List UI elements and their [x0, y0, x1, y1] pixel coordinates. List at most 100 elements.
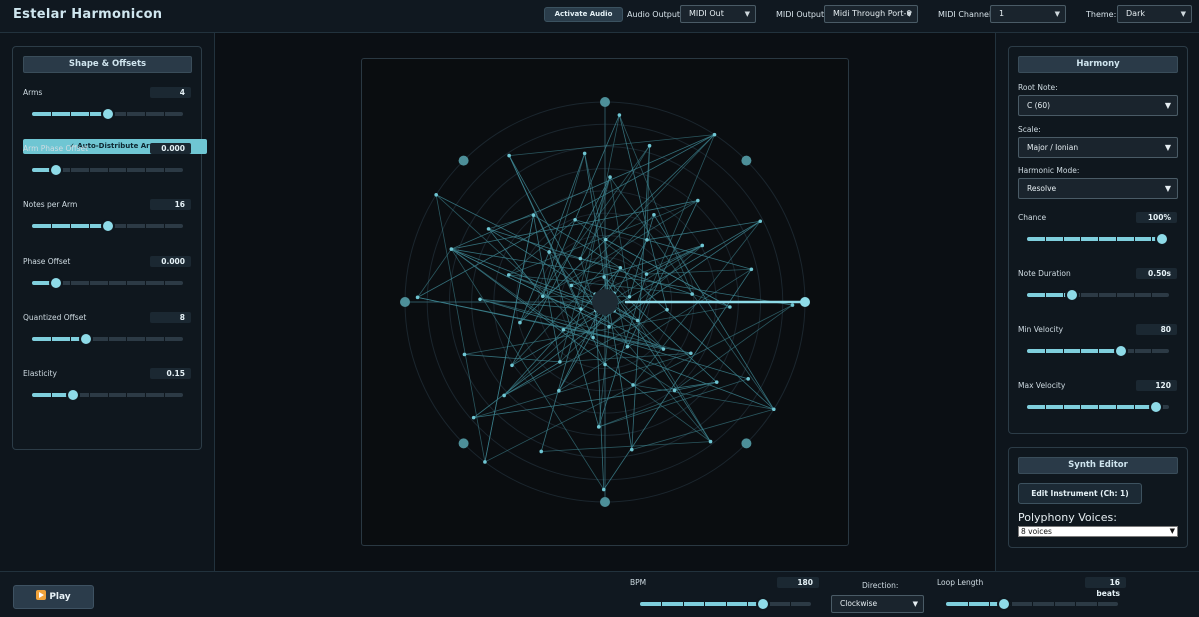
bpm-slider[interactable]	[640, 597, 811, 611]
theme-select[interactable]: Dark ▼	[1117, 5, 1192, 23]
slider-thumb[interactable]	[79, 331, 94, 346]
note-dot	[607, 324, 611, 329]
param-slider[interactable]	[32, 331, 183, 346]
root-note-value: C (60)	[1027, 101, 1051, 110]
slider-tick	[145, 280, 147, 285]
param-label: Chance	[1018, 213, 1047, 222]
chevron-down-icon: ▼	[1169, 527, 1175, 535]
direction-select[interactable]: Clockwise ▼	[831, 595, 924, 613]
slider-tick	[704, 602, 706, 606]
app-title: Estelar Harmonicon	[13, 7, 163, 22]
slider-thumb[interactable]	[1149, 400, 1164, 414]
slider-tick	[1080, 237, 1082, 241]
root-note-select[interactable]: C (60) ▼	[1018, 95, 1178, 116]
slider-fill	[1027, 405, 1157, 409]
param-value: 0.50s	[1136, 268, 1177, 279]
connection-line	[417, 248, 452, 298]
slider-tick	[746, 602, 748, 606]
slider-thumb[interactable]	[65, 388, 80, 402]
note-dot	[558, 360, 562, 364]
note-dot	[483, 460, 487, 464]
slider-tick	[145, 168, 147, 173]
arm-anchor-dot	[458, 438, 469, 449]
slider-tick	[1098, 349, 1099, 353]
slider-tick	[145, 112, 147, 116]
scale-select[interactable]: Major / Ionian ▼	[1018, 137, 1178, 158]
note-dot	[547, 250, 551, 254]
note-dot	[539, 449, 544, 454]
slider-thumb[interactable]	[1113, 344, 1128, 358]
slider-tick	[1133, 349, 1135, 353]
param-slider[interactable]	[1027, 232, 1169, 246]
note-dot	[627, 294, 632, 299]
slider-thumb[interactable]	[1065, 288, 1080, 302]
arm-anchor-dot	[600, 497, 610, 507]
slider-tick	[1062, 293, 1064, 297]
slider-thumb[interactable]	[49, 163, 64, 178]
slider-thumb[interactable]	[997, 597, 1012, 611]
param-slider[interactable]	[1027, 344, 1169, 358]
slider-tick	[50, 336, 52, 341]
polyphony-select[interactable]: 8 voices ▼	[1018, 526, 1178, 537]
midi-output-select[interactable]: Midi Through Port-0 ▼	[824, 5, 918, 23]
midi-channel-select[interactable]: 1 ▼	[990, 5, 1066, 23]
param-slider[interactable]	[1027, 288, 1169, 302]
audio-output-select[interactable]: MIDI Out ▼	[680, 5, 756, 23]
slider-tick	[1098, 293, 1099, 297]
arm-anchor-dot	[741, 438, 752, 449]
param-label: Arm Phase Offset	[23, 144, 89, 154]
loop-length-label: Loop Length	[937, 578, 984, 587]
slider-tick	[164, 393, 166, 397]
scale-label: Scale:	[1018, 125, 1041, 134]
direction-value: Clockwise	[840, 599, 878, 608]
slider-tick	[1115, 293, 1117, 297]
param-slider[interactable]	[32, 219, 183, 234]
bpm-label: BPM	[630, 578, 647, 587]
note-dot	[578, 256, 583, 261]
param-slider[interactable]	[1027, 400, 1169, 414]
connection-line	[541, 441, 711, 452]
slider-tick	[50, 224, 52, 229]
note-dot	[617, 113, 622, 117]
slider-fill	[1027, 349, 1121, 353]
harmonic-mode-select[interactable]: Resolve ▼	[1018, 178, 1178, 199]
param-slider[interactable]	[32, 163, 183, 178]
param-slider[interactable]	[32, 388, 183, 402]
connection-line	[451, 200, 698, 250]
polyphony-value: 8 voices	[1021, 527, 1052, 536]
midi-output-label: MIDI Output:	[776, 10, 827, 19]
slider-tick	[1075, 602, 1076, 606]
param-slider[interactable]	[32, 107, 183, 121]
chevron-down-icon: ▼	[1164, 143, 1171, 152]
param-slider[interactable]	[32, 275, 183, 290]
note-dot	[602, 275, 606, 279]
note-dot	[625, 344, 630, 349]
edit-instrument-button[interactable]: Edit Instrument (Ch: 1)	[1018, 483, 1142, 504]
scale-value: Major / Ionian	[1027, 143, 1079, 152]
slider-thumb[interactable]	[49, 275, 64, 290]
note-dot	[502, 393, 506, 398]
slider-tick	[69, 280, 71, 285]
slider-thumb[interactable]	[1154, 232, 1169, 246]
note-dot	[631, 383, 635, 387]
slider-tick	[989, 602, 990, 606]
connection-line	[435, 194, 486, 463]
note-dot	[665, 307, 669, 312]
note-dot	[749, 267, 754, 272]
slider-tick	[164, 280, 166, 285]
harmony-heading: Harmony	[1018, 56, 1178, 73]
slider-thumb[interactable]	[100, 107, 115, 121]
slider-tick	[126, 280, 128, 285]
slider-tick	[1044, 349, 1046, 353]
loop-length-slider[interactable]	[946, 597, 1118, 611]
play-button[interactable]: Play	[13, 585, 94, 609]
slider-thumb[interactable]	[756, 597, 771, 611]
slider-tick	[164, 336, 166, 341]
activate-audio-button[interactable]: Activate Audio	[544, 7, 623, 22]
slider-thumb[interactable]	[100, 219, 115, 234]
visualizer-canvas[interactable]	[361, 58, 849, 546]
slider-fill	[32, 336, 87, 341]
chevron-down-icon: ▼	[744, 10, 750, 18]
slider-tick	[107, 168, 109, 173]
slider-tick	[145, 224, 147, 229]
